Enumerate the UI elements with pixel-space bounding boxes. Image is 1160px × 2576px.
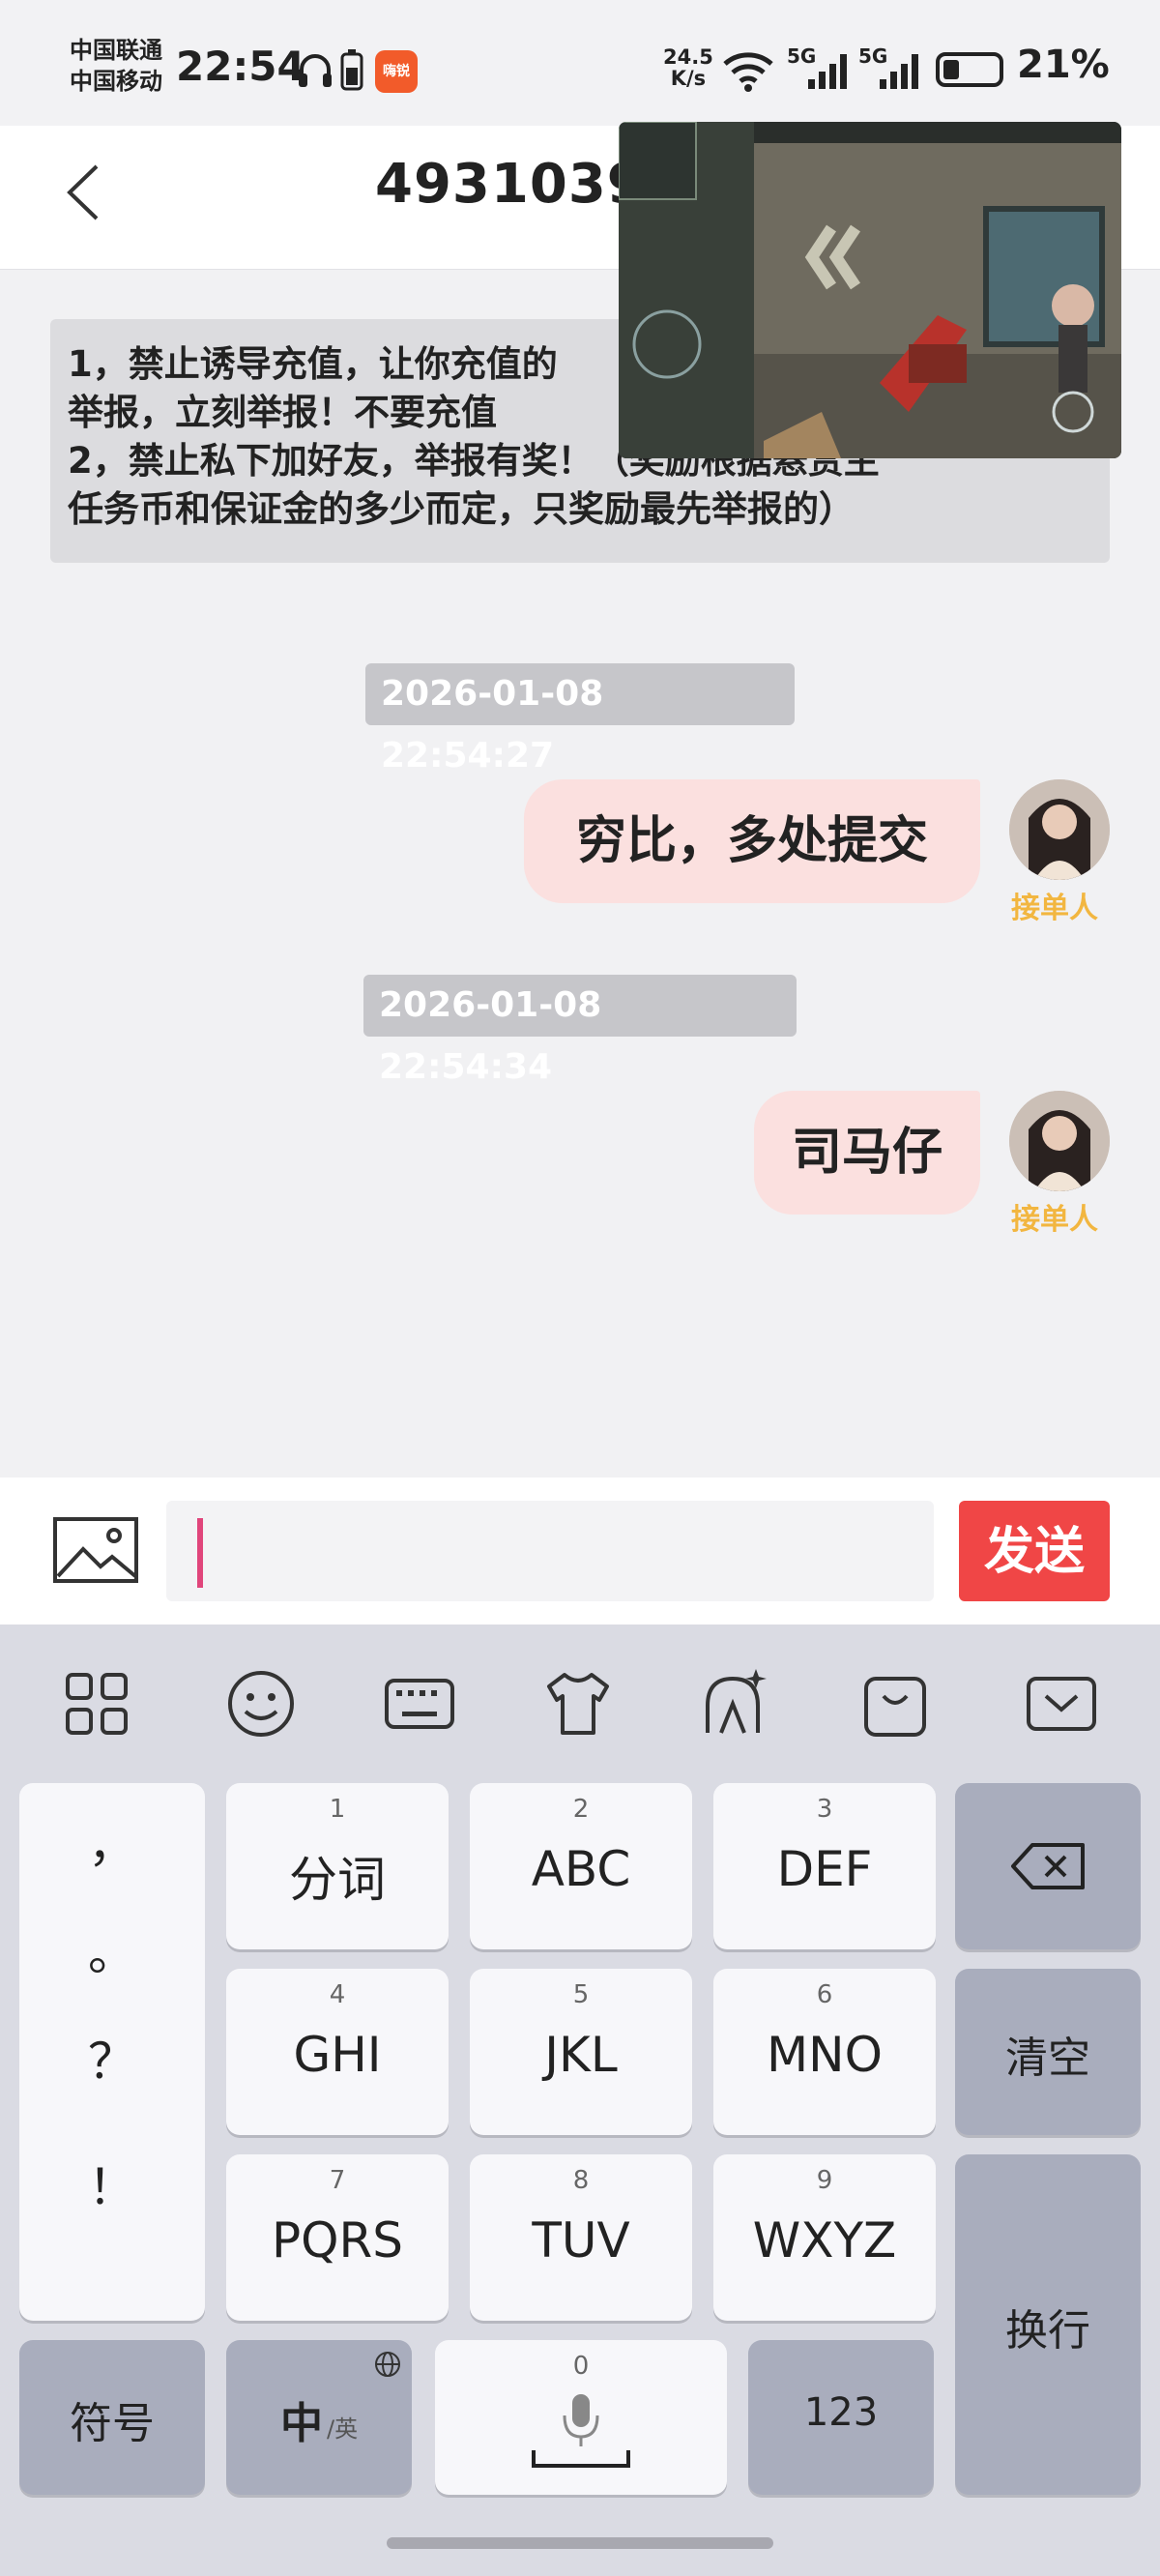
carrier-1: 中国联通	[70, 37, 162, 64]
key-label: PQRS	[272, 2212, 403, 2269]
status-time: 22:54	[176, 43, 305, 90]
carrier-2: 中国移动	[70, 68, 162, 95]
enter-key[interactable]: 换行	[955, 2154, 1141, 2495]
avatar[interactable]	[1009, 1091, 1110, 1191]
punct-key-question[interactable]: ？	[19, 2023, 205, 2093]
punct-key-comma[interactable]: ，	[19, 1806, 205, 1876]
key-label: DEF	[776, 1841, 873, 1897]
headphones-icon	[299, 54, 332, 87]
sender-role-label: 接单人	[1011, 892, 1098, 925]
key-7[interactable]: 7 PQRS	[226, 2154, 449, 2321]
language-switch-key[interactable]: 中 /英	[226, 2340, 412, 2495]
key-number: 2	[572, 1795, 590, 1824]
punctuation-column: ， 。 ？ ！	[19, 1783, 205, 2321]
symbol-key-label: 符号	[70, 2399, 155, 2448]
avatar-photo	[1009, 779, 1110, 880]
backspace-key[interactable]	[955, 1783, 1141, 1949]
clear-key-label: 清空	[1005, 2034, 1090, 2083]
battery-percent: 21%	[1017, 43, 1110, 87]
enter-key-label: 换行	[1005, 2306, 1090, 2356]
shopping-bag-icon[interactable]	[856, 1665, 934, 1742]
key-8[interactable]: 8 TUV	[470, 2154, 692, 2321]
globe-icon	[375, 2352, 400, 2377]
keyboard-layout-icon[interactable]	[381, 1665, 458, 1742]
wifi-icon	[723, 52, 773, 92]
clear-key[interactable]: 清空	[955, 1969, 1141, 2135]
key-6[interactable]: 6 MNO	[713, 1969, 936, 2135]
battery-small-icon	[340, 49, 363, 91]
key-label: JKL	[544, 2027, 618, 2083]
battery-icon	[936, 52, 1003, 87]
skin-theme-icon[interactable]	[539, 1665, 617, 1742]
signal-2-icon	[880, 54, 918, 89]
key-label: ABC	[531, 1841, 631, 1897]
avatar[interactable]	[1009, 779, 1110, 880]
key-number: 0	[572, 2352, 590, 2381]
emoji-icon[interactable]	[222, 1665, 300, 1742]
punct-key-exclaim[interactable]: ！	[19, 2149, 205, 2218]
number-mode-label: 123	[803, 2390, 879, 2435]
back-arrow-icon[interactable]	[62, 162, 104, 222]
message-input[interactable]	[166, 1501, 934, 1601]
key-1[interactable]: 1 分词	[226, 1783, 449, 1949]
ai-assistant-icon[interactable]	[694, 1665, 771, 1742]
key-4[interactable]: 4 GHI	[226, 1969, 449, 2135]
net-speed-unit: K/s	[670, 67, 707, 90]
lang-main-label: 中	[280, 2399, 323, 2448]
key-number: 6	[816, 1980, 833, 2009]
key-5[interactable]: 5 JKL	[470, 1969, 692, 2135]
notice-line-4: 任务币和保证金的多少而定，只奖励最先举报的）	[68, 488, 855, 530]
sender-role-label: 接单人	[1011, 1203, 1098, 1237]
backspace-icon	[1011, 1843, 1085, 1889]
home-indicator[interactable]	[387, 2537, 773, 2549]
key-3[interactable]: 3 DEF	[713, 1783, 936, 1949]
hide-keyboard-icon[interactable]	[1023, 1665, 1100, 1742]
punct-key-period[interactable]: 。	[19, 1915, 205, 1984]
app-badge-icon: 嗨锐	[375, 50, 418, 93]
key-number: 8	[572, 2166, 590, 2195]
message-bubble[interactable]: 司马仔	[754, 1091, 980, 1215]
microphone-icon	[532, 2394, 630, 2468]
message-timestamp: 2026-01-08 22:54:27	[365, 663, 795, 776]
send-button[interactable]: 发送	[959, 1501, 1110, 1601]
image-picker-icon[interactable]	[52, 1516, 139, 1584]
key-label: MNO	[767, 2027, 883, 2083]
lang-sub-label: /英	[327, 2415, 359, 2443]
space-key[interactable]: 0	[435, 2340, 727, 2495]
game-scene-image	[619, 122, 1121, 458]
net-speed: 24.5 K/s	[663, 46, 713, 89]
avatar-photo	[1009, 1091, 1110, 1191]
key-label: 分词	[289, 1852, 386, 1908]
message-timestamp: 2026-01-08 22:54:34	[363, 975, 797, 1087]
key-number: 9	[816, 2166, 833, 2195]
key-number: 3	[816, 1795, 833, 1824]
key-label: GHI	[293, 2027, 382, 2083]
carrier-labels: 中国联通 中国移动	[70, 35, 162, 97]
grid-menu-icon[interactable]	[58, 1665, 135, 1742]
floating-video-window[interactable]	[619, 122, 1121, 458]
signal-1-icon	[808, 54, 847, 89]
net-speed-value: 24.5	[663, 45, 713, 69]
number-mode-key[interactable]: 123	[748, 2340, 934, 2495]
key-2[interactable]: 2 ABC	[470, 1783, 692, 1949]
key-number: 7	[329, 2166, 346, 2195]
key-number: 1	[329, 1795, 346, 1824]
key-label: WXYZ	[752, 2212, 897, 2269]
key-number: 5	[572, 1980, 590, 2009]
symbol-key[interactable]: 符号	[19, 2340, 205, 2495]
message-bubble[interactable]: 穷比，多处提交	[524, 779, 980, 903]
key-9[interactable]: 9 WXYZ	[713, 2154, 936, 2321]
key-label: TUV	[532, 2212, 630, 2269]
text-caret	[197, 1518, 203, 1588]
key-number: 4	[329, 1980, 346, 2009]
